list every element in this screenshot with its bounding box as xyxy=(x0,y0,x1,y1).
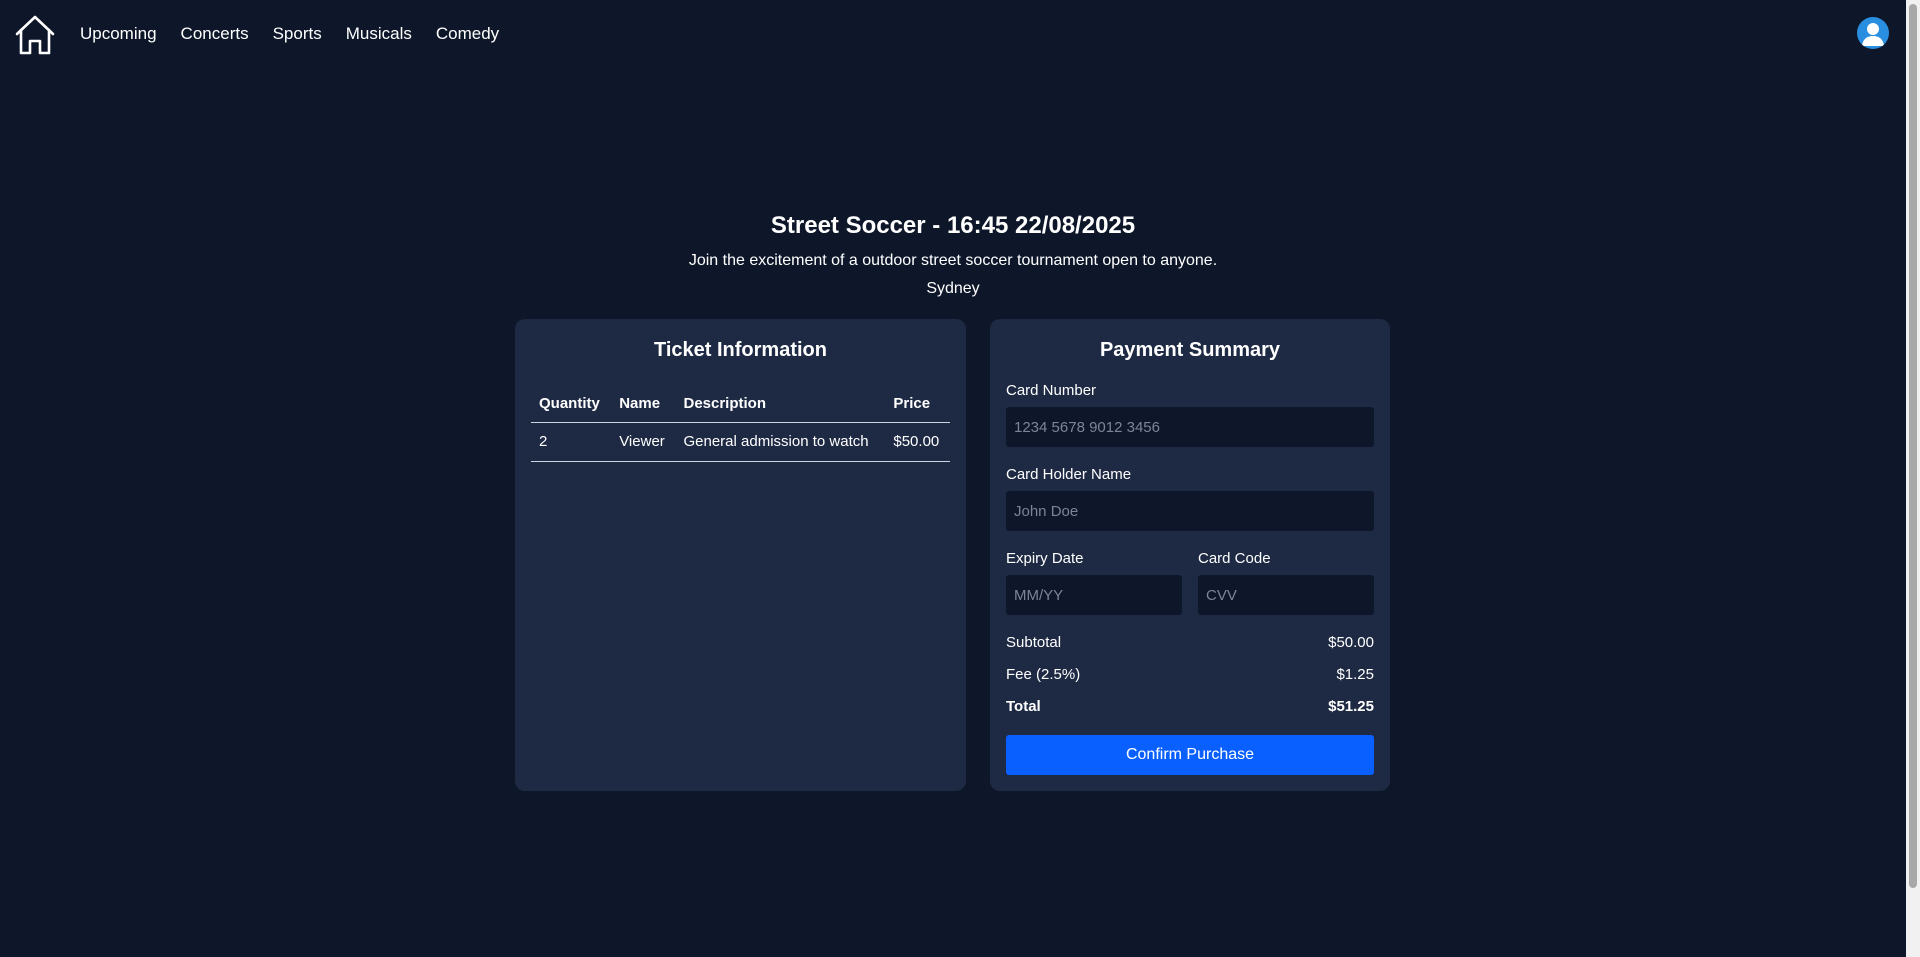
nav-link-comedy[interactable]: Comedy xyxy=(436,24,499,44)
nav-link-concerts[interactable]: Concerts xyxy=(181,24,249,44)
navbar: Upcoming Concerts Sports Musicals Comedy xyxy=(0,0,1906,72)
user-avatar-icon[interactable] xyxy=(1857,17,1889,49)
subtotal-row: Subtotal $50.00 xyxy=(1006,634,1374,651)
ticket-quantity: 2 xyxy=(531,422,612,462)
fee-value: $1.25 xyxy=(1336,666,1374,683)
subtotal-label: Subtotal xyxy=(1006,634,1062,651)
subtotal-value: $50.00 xyxy=(1328,634,1374,651)
event-title: Street Soccer - 16:45 22/08/2025 xyxy=(770,212,1136,239)
payment-summary-panel: Payment Summary Card Number Card Holder … xyxy=(990,319,1390,791)
ticket-table-header-row: Quantity Name Description Price xyxy=(531,385,950,423)
expiry-date-input[interactable] xyxy=(1006,575,1182,615)
column-header-price: Price xyxy=(885,385,950,423)
column-header-name: Name xyxy=(611,385,676,423)
user-silhouette-icon xyxy=(1862,23,1884,46)
nav-link-upcoming[interactable]: Upcoming xyxy=(80,24,157,44)
nav-link-sports[interactable]: Sports xyxy=(273,24,322,44)
card-code-input[interactable] xyxy=(1198,575,1374,615)
event-location: Sydney xyxy=(926,280,980,297)
table-row: 2 Viewer General admission to watch $50.… xyxy=(531,422,950,462)
total-value: $51.25 xyxy=(1328,698,1374,715)
nav-link-musicals[interactable]: Musicals xyxy=(346,24,412,44)
card-code-label: Card Code xyxy=(1198,550,1271,567)
card-number-label: Card Number xyxy=(1006,382,1097,399)
ticket-description: General admission to watch xyxy=(675,422,886,462)
expiry-date-label: Expiry Date xyxy=(1006,550,1084,567)
card-holder-input[interactable] xyxy=(1006,491,1374,531)
event-header: Street Soccer - 16:45 22/08/2025 Join th… xyxy=(0,212,1906,298)
scrollbar-thumb[interactable] xyxy=(1909,4,1917,888)
column-header-quantity: Quantity xyxy=(531,385,612,423)
card-holder-label: Card Holder Name xyxy=(1006,466,1132,483)
ticket-price: $50.00 xyxy=(885,422,950,462)
nav-links: Upcoming Concerts Sports Musicals Comedy xyxy=(80,24,499,44)
event-description: Join the excitement of a outdoor street … xyxy=(688,252,1218,269)
home-icon[interactable] xyxy=(14,14,56,56)
ticket-information-title: Ticket Information xyxy=(654,339,827,361)
column-header-description: Description xyxy=(675,385,886,423)
ticket-table: Quantity Name Description Price 2 Viewer… xyxy=(531,385,950,462)
fee-row: Fee (2.5%) $1.25 xyxy=(1006,666,1374,683)
ticket-information-panel: Ticket Information Quantity Name Descrip… xyxy=(515,319,966,791)
fee-label: Fee (2.5%) xyxy=(1006,666,1081,683)
total-label: Total xyxy=(1006,698,1041,715)
ticket-name: Viewer xyxy=(611,422,676,462)
card-number-input[interactable] xyxy=(1006,407,1374,447)
payment-summary-title: Payment Summary xyxy=(1099,339,1281,361)
confirm-purchase-button[interactable]: Confirm Purchase xyxy=(1006,735,1374,775)
total-row: Total $51.25 xyxy=(1006,698,1374,715)
